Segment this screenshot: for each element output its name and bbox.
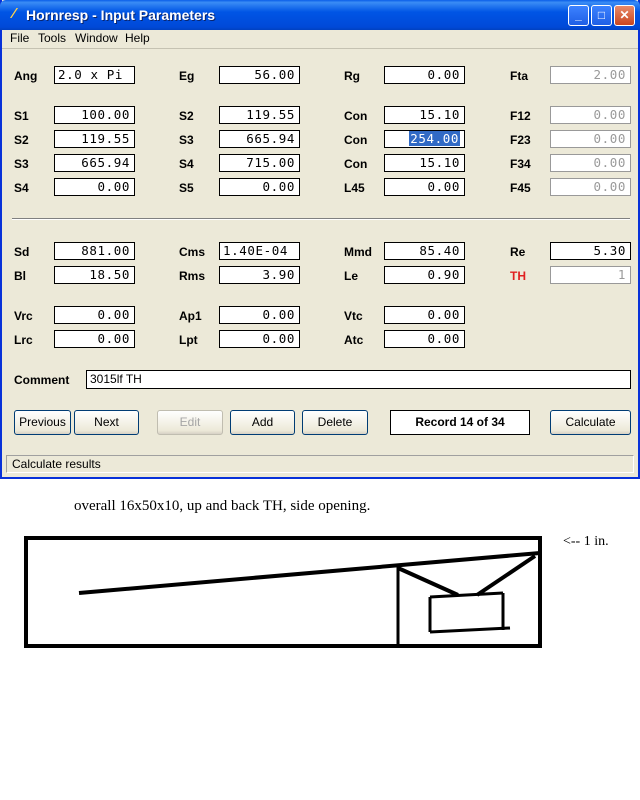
record-indicator: Record 14 of 34 — [390, 410, 530, 435]
field-fta: 2.00 — [550, 66, 631, 84]
field-s2[interactable]: 119.55 — [54, 130, 135, 148]
menu-file[interactable]: File — [10, 31, 29, 45]
label-con-2: Con — [344, 133, 368, 147]
label-con-3: Con — [344, 157, 368, 171]
label-l45: L45 — [344, 181, 365, 195]
field-vrc[interactable]: 0.00 — [54, 306, 135, 324]
menu-tools[interactable]: Tools — [38, 31, 66, 45]
field-re[interactable]: 5.30 — [550, 242, 631, 260]
label-f23: F23 — [510, 133, 531, 147]
driver-top — [429, 591, 504, 599]
label-s3: S3 — [14, 157, 29, 171]
label-lpt: Lpt — [179, 333, 198, 347]
field-s5[interactable]: 0.00 — [219, 178, 300, 196]
field-l45[interactable]: 0.00 — [384, 178, 465, 196]
label-re: Re — [510, 245, 526, 259]
maximize-icon[interactable]: □ — [591, 5, 612, 26]
driver-line-right — [475, 554, 537, 597]
field-atc[interactable]: 0.00 — [384, 330, 465, 348]
field-f34: 0.00 — [550, 154, 631, 172]
field-con-3[interactable]: 15.10 — [384, 154, 465, 172]
field-f23: 0.00 — [550, 130, 631, 148]
field-bl[interactable]: 18.50 — [54, 266, 135, 284]
sketch-caption: overall 16x50x10, up and back TH, side o… — [74, 498, 371, 514]
field-le[interactable]: 0.90 — [384, 266, 465, 284]
field-sd[interactable]: 881.00 — [54, 242, 135, 260]
app-icon: ⁄ — [12, 5, 16, 22]
field-f45: 0.00 — [550, 178, 631, 196]
driver-bottom — [429, 626, 511, 634]
field-s3[interactable]: 665.94 — [54, 154, 135, 172]
driver-line-left — [397, 566, 459, 597]
label-f34: F34 — [510, 157, 531, 171]
hornresp-window: ⁄ Hornresp - Input Parameters _ □ ✕ File… — [0, 0, 640, 479]
field-con-2[interactable]: 254.00 — [384, 130, 465, 148]
enclosure-sketch — [24, 536, 542, 648]
menu-window[interactable]: Window — [75, 31, 118, 45]
edit-button: Edit — [157, 410, 223, 435]
label-vtc: Vtc — [344, 309, 363, 323]
field-rg[interactable]: 0.00 — [384, 66, 465, 84]
label-mmd: Mmd — [344, 245, 372, 259]
label-s1: S1 — [14, 109, 29, 123]
menu-bar: File Tools Window Help — [2, 30, 638, 49]
label-lrc: Lrc — [14, 333, 33, 347]
label-fta: Fta — [510, 69, 528, 83]
label-f12: F12 — [510, 109, 531, 123]
horn-line — [78, 551, 541, 595]
field-con-1[interactable]: 15.10 — [384, 106, 465, 124]
field-lrc[interactable]: 0.00 — [54, 330, 135, 348]
field-cms[interactable]: 1.40E-04 — [219, 242, 300, 260]
label-s4-mid: S4 — [179, 157, 194, 171]
label-s3-mid: S3 — [179, 133, 194, 147]
delete-button[interactable]: Delete — [302, 410, 368, 435]
field-s2-mid[interactable]: 119.55 — [219, 106, 300, 124]
next-button[interactable]: Next — [74, 410, 139, 435]
label-rms: Rms — [179, 269, 206, 283]
label-ang: Ang — [14, 69, 38, 83]
field-rms[interactable]: 3.90 — [219, 266, 300, 284]
label-ap1: Ap1 — [179, 309, 202, 323]
label-eg: Eg — [179, 69, 195, 83]
label-th: TH — [510, 269, 526, 283]
field-f12: 0.00 — [550, 106, 631, 124]
label-bl: Bl — [14, 269, 26, 283]
calculate-button[interactable]: Calculate — [550, 410, 631, 435]
comment-label: Comment — [14, 373, 70, 387]
field-lpt[interactable]: 0.00 — [219, 330, 300, 348]
field-ang[interactable]: 2.0 x Pi — [54, 66, 135, 84]
label-s4: S4 — [14, 181, 29, 195]
label-s5: S5 — [179, 181, 194, 195]
label-atc: Atc — [344, 333, 364, 347]
status-bar: Calculate results — [6, 455, 634, 473]
label-sd: Sd — [14, 245, 30, 259]
selected-text: 254.00 — [409, 131, 460, 146]
window-title: Hornresp - Input Parameters — [26, 7, 216, 23]
comment-field[interactable]: 3015lf TH — [86, 370, 631, 389]
previous-button[interactable]: Previous — [14, 410, 71, 435]
menu-help[interactable]: Help — [125, 31, 150, 45]
close-icon[interactable]: ✕ — [614, 5, 635, 26]
minimize-icon[interactable]: _ — [568, 5, 589, 26]
label-s2: S2 — [14, 133, 29, 147]
field-eg[interactable]: 56.00 — [219, 66, 300, 84]
field-ap1[interactable]: 0.00 — [219, 306, 300, 324]
label-con-1: Con — [344, 109, 368, 123]
field-vtc[interactable]: 0.00 — [384, 306, 465, 324]
label-vrc: Vrc — [14, 309, 33, 323]
label-cms: Cms — [179, 245, 206, 259]
field-s4[interactable]: 0.00 — [54, 178, 135, 196]
field-s4-mid[interactable]: 715.00 — [219, 154, 300, 172]
field-s1[interactable]: 100.00 — [54, 106, 135, 124]
label-le: Le — [344, 269, 359, 283]
field-s3-mid[interactable]: 665.94 — [219, 130, 300, 148]
title-bar[interactable]: ⁄ Hornresp - Input Parameters _ □ ✕ — [0, 0, 640, 30]
label-s2-mid: S2 — [179, 109, 194, 123]
field-mmd[interactable]: 85.40 — [384, 242, 465, 260]
divider — [12, 218, 630, 220]
field-th: 1 — [550, 266, 631, 284]
label-rg: Rg — [344, 69, 360, 83]
label-f45: F45 — [510, 181, 531, 195]
add-button[interactable]: Add — [230, 410, 295, 435]
